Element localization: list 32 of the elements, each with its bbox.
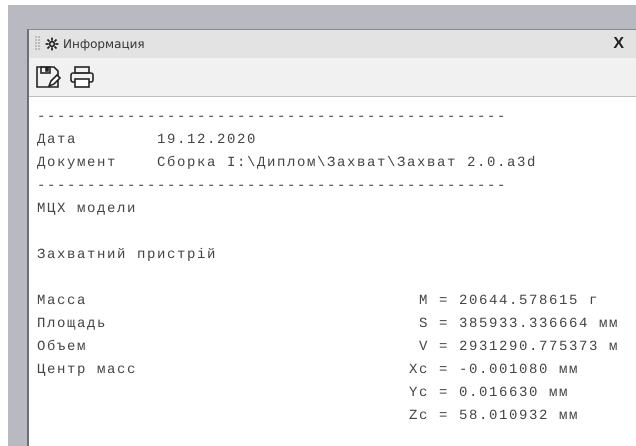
gear-icon bbox=[45, 37, 59, 51]
property-symbol: M bbox=[418, 292, 429, 308]
property-label: Объем bbox=[37, 338, 88, 354]
property-value: = 58.010932 мм bbox=[439, 408, 580, 424]
field-label: Дата bbox=[37, 132, 78, 148]
property-value: = 385933.336664 мм bbox=[439, 316, 620, 332]
property-symbol: V bbox=[418, 338, 429, 354]
property-value: = 20644.578615 г bbox=[439, 292, 600, 308]
close-button[interactable]: X bbox=[609, 35, 628, 53]
property-symbol: S bbox=[418, 316, 429, 332]
property-label: Масса bbox=[37, 292, 88, 308]
save-button[interactable] bbox=[35, 65, 61, 89]
print-button[interactable] bbox=[69, 65, 95, 89]
property-value: = 2931290.775373 м bbox=[439, 338, 620, 354]
property-symbol: Yc bbox=[408, 384, 429, 400]
printer-icon bbox=[69, 65, 95, 89]
field-value: 19.12.2020 bbox=[157, 132, 258, 148]
property-label: Площадь bbox=[37, 316, 108, 332]
window-title: Информация bbox=[63, 37, 146, 51]
property-symbol: Zc bbox=[408, 408, 429, 424]
field-label: Документ bbox=[37, 154, 118, 170]
property-value: = -0.001080 мм bbox=[439, 362, 580, 378]
grip-icon bbox=[35, 36, 41, 52]
property-symbol: Xc bbox=[408, 362, 429, 378]
floppy-pen-icon bbox=[35, 65, 61, 89]
property-label: Центр масс bbox=[37, 362, 138, 378]
dashed-separator: ----------------------------------------------- bbox=[37, 178, 508, 194]
report-text: МЦХ модели bbox=[37, 200, 138, 216]
report-text: Захватний пристрій bbox=[37, 246, 218, 262]
property-value: = 0.016630 мм bbox=[439, 384, 570, 400]
dashed-separator: ----------------------------------------------- bbox=[37, 108, 508, 124]
field-value: Сборка I:\Диплом\Захват\Захват 2.0.a3d bbox=[157, 154, 538, 170]
